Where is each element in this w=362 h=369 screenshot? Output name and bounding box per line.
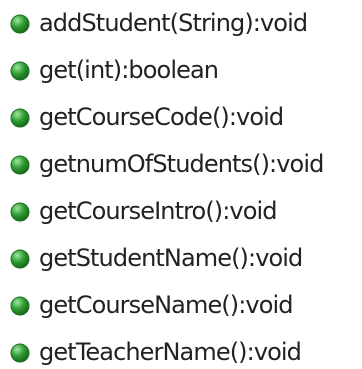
method-item-getnumofstudents[interactable]: getnumOfStudents():void [0, 141, 362, 188]
method-item-getcoursename[interactable]: getCourseName():void [0, 282, 362, 329]
method-item-getstudentname[interactable]: getStudentName():void [0, 235, 362, 282]
method-label: getCourseCode():void [39, 103, 284, 131]
method-label: getTeacherName():void [39, 338, 302, 366]
method-label: getStudentName():void [39, 244, 303, 272]
method-label: getCourseName():void [39, 291, 294, 319]
method-outline-list: addStudent(String):void get(int):boolean [0, 0, 362, 369]
public-method-icon [10, 108, 30, 127]
public-method-icon [10, 343, 30, 362]
method-item-get[interactable]: get(int):boolean [0, 47, 362, 94]
method-item-getcoursecode[interactable]: getCourseCode():void [0, 94, 362, 141]
method-label: getnumOfStudents():void [39, 150, 324, 178]
public-method-icon [10, 155, 30, 174]
method-item-addstudent[interactable]: addStudent(String):void [0, 0, 362, 47]
public-method-icon [10, 249, 30, 268]
method-label: getCourseIntro():void [39, 197, 278, 225]
method-item-getcourseintro[interactable]: getCourseIntro():void [0, 188, 362, 235]
method-label: addStudent(String):void [39, 9, 308, 37]
method-item-getteachername[interactable]: getTeacherName():void [0, 329, 362, 369]
method-label: get(int):boolean [39, 56, 219, 84]
public-method-icon [10, 296, 30, 315]
public-method-icon [10, 14, 30, 33]
public-method-icon [10, 61, 30, 80]
public-method-icon [10, 202, 30, 221]
